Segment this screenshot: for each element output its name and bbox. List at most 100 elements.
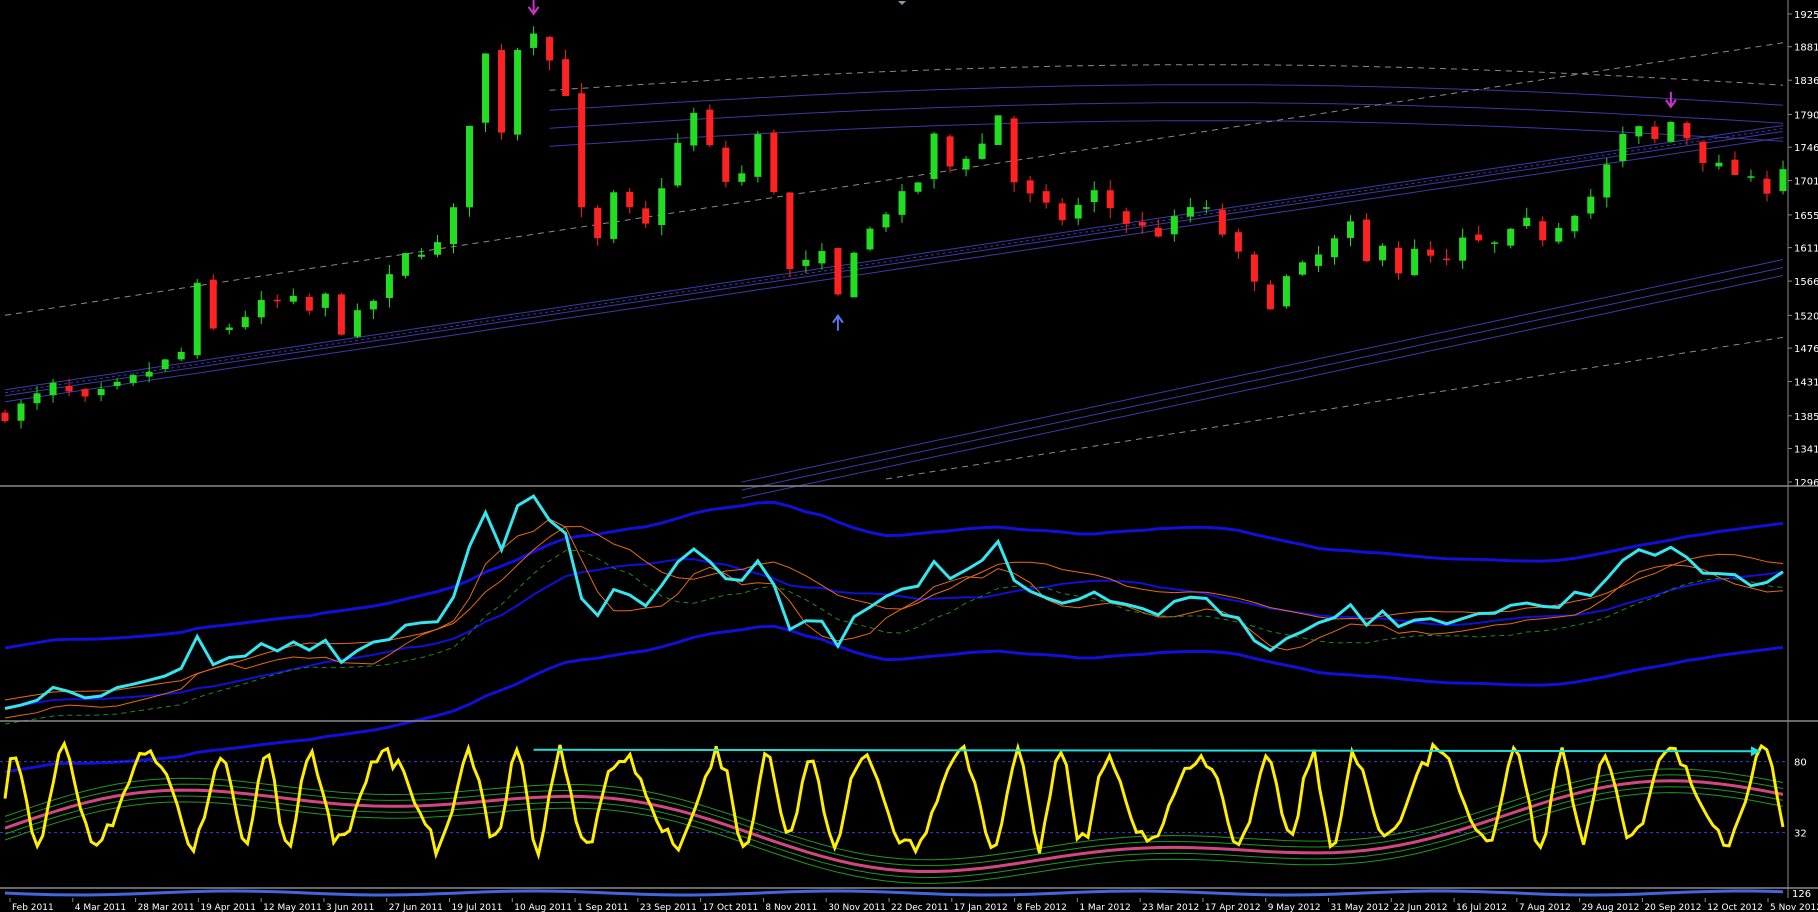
candle-body <box>1379 245 1387 261</box>
candle-body <box>930 133 938 179</box>
candle-body <box>514 49 522 135</box>
strip-line <box>4 889 1784 897</box>
candle-body <box>1683 123 1691 139</box>
candle-body <box>241 317 249 328</box>
time-tick-label: 22 Dec 2011 <box>891 903 949 912</box>
time-tick-label: 1 Mar 2012 <box>1079 903 1130 912</box>
channel-midline <box>4 128 1784 394</box>
candle-body <box>1763 178 1771 194</box>
candle-body <box>898 191 906 215</box>
shift-marker-icon <box>898 1 907 5</box>
candle-body <box>546 37 554 61</box>
candle-body <box>1106 190 1114 209</box>
time-tick-label: 9 May 2012 <box>1268 903 1321 912</box>
oscillator-panel-1 <box>4 494 1784 774</box>
candle-body <box>658 188 666 226</box>
time-axis: Feb 2011 4 Mar 2011 28 Mar 2011 19 Apr 2011… <box>9 898 1818 912</box>
candle-body <box>466 125 474 208</box>
candle-body <box>818 251 826 264</box>
candle-body <box>610 192 618 239</box>
channel-line <box>4 131 1784 397</box>
candle-body <box>1 412 9 421</box>
arc-channel-line <box>549 84 1784 111</box>
candle-body <box>193 282 201 356</box>
lower-band-line <box>741 275 1784 499</box>
candle-body <box>385 274 393 298</box>
candle-body <box>289 295 297 302</box>
price-tick-label: 1520 <box>1794 311 1818 322</box>
candle-body <box>1186 207 1194 217</box>
time-tick-label: 23 Mar 2012 <box>1142 903 1199 912</box>
price-tick-label: 1611 <box>1794 244 1818 255</box>
candle-body <box>1603 164 1611 198</box>
candle-body <box>209 279 217 329</box>
candle-body <box>321 293 329 308</box>
level-80-label: 80 <box>1794 758 1807 769</box>
arc-outer-dash <box>549 64 1784 91</box>
candle-body <box>1363 219 1371 262</box>
candle-body <box>417 254 425 257</box>
candle-body <box>754 134 762 177</box>
candle-body <box>1427 249 1435 256</box>
price-tick-label: 1746 <box>1794 143 1818 154</box>
candle-body <box>1010 118 1018 183</box>
candle-body <box>834 248 842 295</box>
candle-body <box>1154 227 1162 237</box>
candle-body <box>369 300 377 310</box>
price-tick-label: 1881 <box>1794 43 1818 54</box>
time-tick-label: 4 Mar 2011 <box>75 903 126 912</box>
candle-body <box>161 359 169 370</box>
candle-body <box>433 242 441 255</box>
outer-dash-line <box>4 42 1784 316</box>
cyan-line <box>4 494 1784 710</box>
signal-arrows <box>527 0 1677 331</box>
candle-body <box>1122 211 1130 224</box>
candle-body <box>802 259 810 266</box>
candle-body <box>1138 222 1146 226</box>
candle-body <box>113 381 121 387</box>
time-tick-label: 27 Jun 2011 <box>389 903 443 912</box>
upper-band <box>4 500 1784 650</box>
candle-body <box>978 143 986 159</box>
time-tick-label: 3 Jun 2011 <box>326 903 374 912</box>
price-tick-label: 1341 <box>1794 445 1818 456</box>
candle-body <box>1282 276 1290 307</box>
candle-body <box>1491 242 1499 244</box>
strip-label: 126 <box>1792 889 1811 900</box>
candle-body <box>738 173 746 182</box>
trading-chart: 80 32 126 1925 1881 1836 1790 1746 1701 1655 161… <box>0 0 1818 912</box>
candle-body <box>145 371 153 377</box>
candle-body <box>337 294 345 335</box>
candle-body <box>273 299 281 302</box>
candle-body <box>1202 207 1210 209</box>
channel-line <box>4 137 1784 403</box>
candle-body <box>1314 254 1322 266</box>
candle-body <box>1395 247 1403 274</box>
candle-body <box>17 403 25 421</box>
candle-body <box>1651 126 1659 139</box>
price-tick-label: 1655 <box>1794 211 1818 222</box>
time-tick-label: 19 Jul 2011 <box>452 903 503 912</box>
candle-body <box>530 33 538 48</box>
time-tick-label: 1 Sep 2011 <box>577 903 628 912</box>
candle-body <box>1330 238 1338 258</box>
candle-body <box>690 112 698 146</box>
candle-body <box>1026 180 1034 194</box>
candle-body <box>962 158 970 170</box>
candle-body <box>594 207 602 239</box>
level-32-label: 32 <box>1794 829 1807 840</box>
candle-body <box>1555 227 1563 242</box>
candle-body <box>353 310 361 337</box>
candle-body <box>450 207 458 245</box>
lower-band-line <box>741 267 1784 491</box>
time-tick-label: 8 Nov 2011 <box>765 903 817 912</box>
candle-body <box>1747 176 1755 178</box>
time-tick-label: 7 Aug 2012 <box>1519 903 1571 912</box>
candle-body <box>1571 215 1579 232</box>
candle-body <box>33 393 41 404</box>
time-tick-label: 29 Aug 2012 <box>1582 903 1640 912</box>
candle-body <box>770 132 778 192</box>
arc-channel-line <box>549 102 1784 129</box>
time-tick-label: 8 Feb 2012 <box>1017 903 1067 912</box>
time-tick-label: 17 Jan 2012 <box>954 903 1008 912</box>
